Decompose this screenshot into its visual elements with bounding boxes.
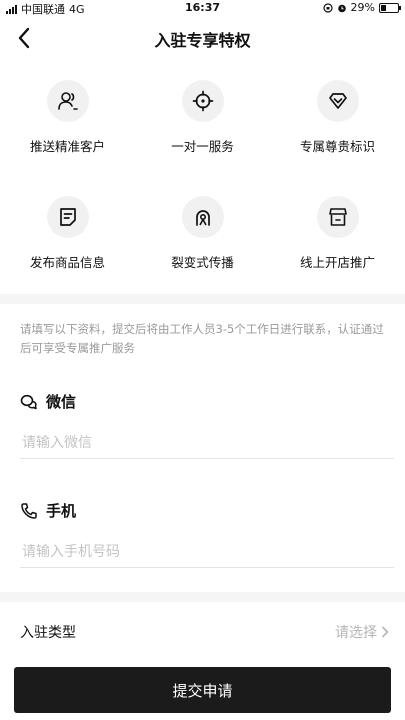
status-bar: 中国联通 4G 16:37 29% [0,0,405,16]
broadcast-icon [195,210,210,226]
phone-icon [21,502,37,519]
store-icon [328,208,347,226]
privilege-item-exclusive-badge: 专属尊贵标识 [270,80,405,155]
join-type-placeholder: 请选择 [335,625,377,641]
wechat-label-row: 微信 [20,391,76,412]
document-icon [59,208,76,226]
wechat-input[interactable] [20,428,394,459]
wechat-label: 微信 [46,393,77,411]
section-divider [0,294,405,304]
page-title: 入驻专享特权 [154,31,251,50]
privilege-item-one-on-one: 一对一服务 [135,80,270,155]
join-type-selector[interactable]: 入驻类型 请选择 [0,612,405,652]
battery-icon [379,2,401,13]
privilege-item-publish-products: 发布商品信息 [0,196,135,271]
orientation-lock-icon [322,2,333,13]
alarm-icon [337,4,346,12]
battery-percent: 29% [350,1,375,14]
phone-label-row: 手机 [20,500,76,521]
nav-bar: 入驻专享特权 [0,18,405,58]
section-divider [0,592,405,602]
submit-button[interactable]: 提交申请 [14,667,391,713]
privilege-label: 一对一服务 [171,139,234,154]
phone-input[interactable] [20,537,394,568]
join-type-label: 入驻类型 [20,625,76,641]
privilege-label: 推送精准客户 [29,139,105,154]
wechat-icon [20,394,37,409]
privilege-label: 裂变式传播 [171,255,234,270]
privilege-label: 发布商品信息 [29,255,105,270]
diamond-badge-icon [328,93,347,109]
phone-label: 手机 [46,502,77,520]
form-notice: 请填写以下资料，提交后将由工作人员3-5个工作日进行联系，认证通过后可享受专属推… [20,322,384,355]
privilege-label: 线上开店推广 [299,255,375,270]
join-type-value[interactable]: 请选择 [335,622,389,642]
users-icon [57,92,78,110]
privilege-item-online-store: 线上开店推广 [270,196,405,271]
privilege-item-precise-customers: 推送精准客户 [0,80,135,155]
status-right: 29% [322,1,401,14]
privilege-item-viral-spread: 裂变式传播 [135,196,270,271]
privilege-label: 专属尊贵标识 [299,139,375,154]
target-icon [192,90,213,112]
privileges-grid: 推送精准客户 一对一服务 专属尊贵标识 发布商品信息 裂变式传播 线上开店推广 [0,72,405,292]
chevron-right-icon [382,626,389,638]
